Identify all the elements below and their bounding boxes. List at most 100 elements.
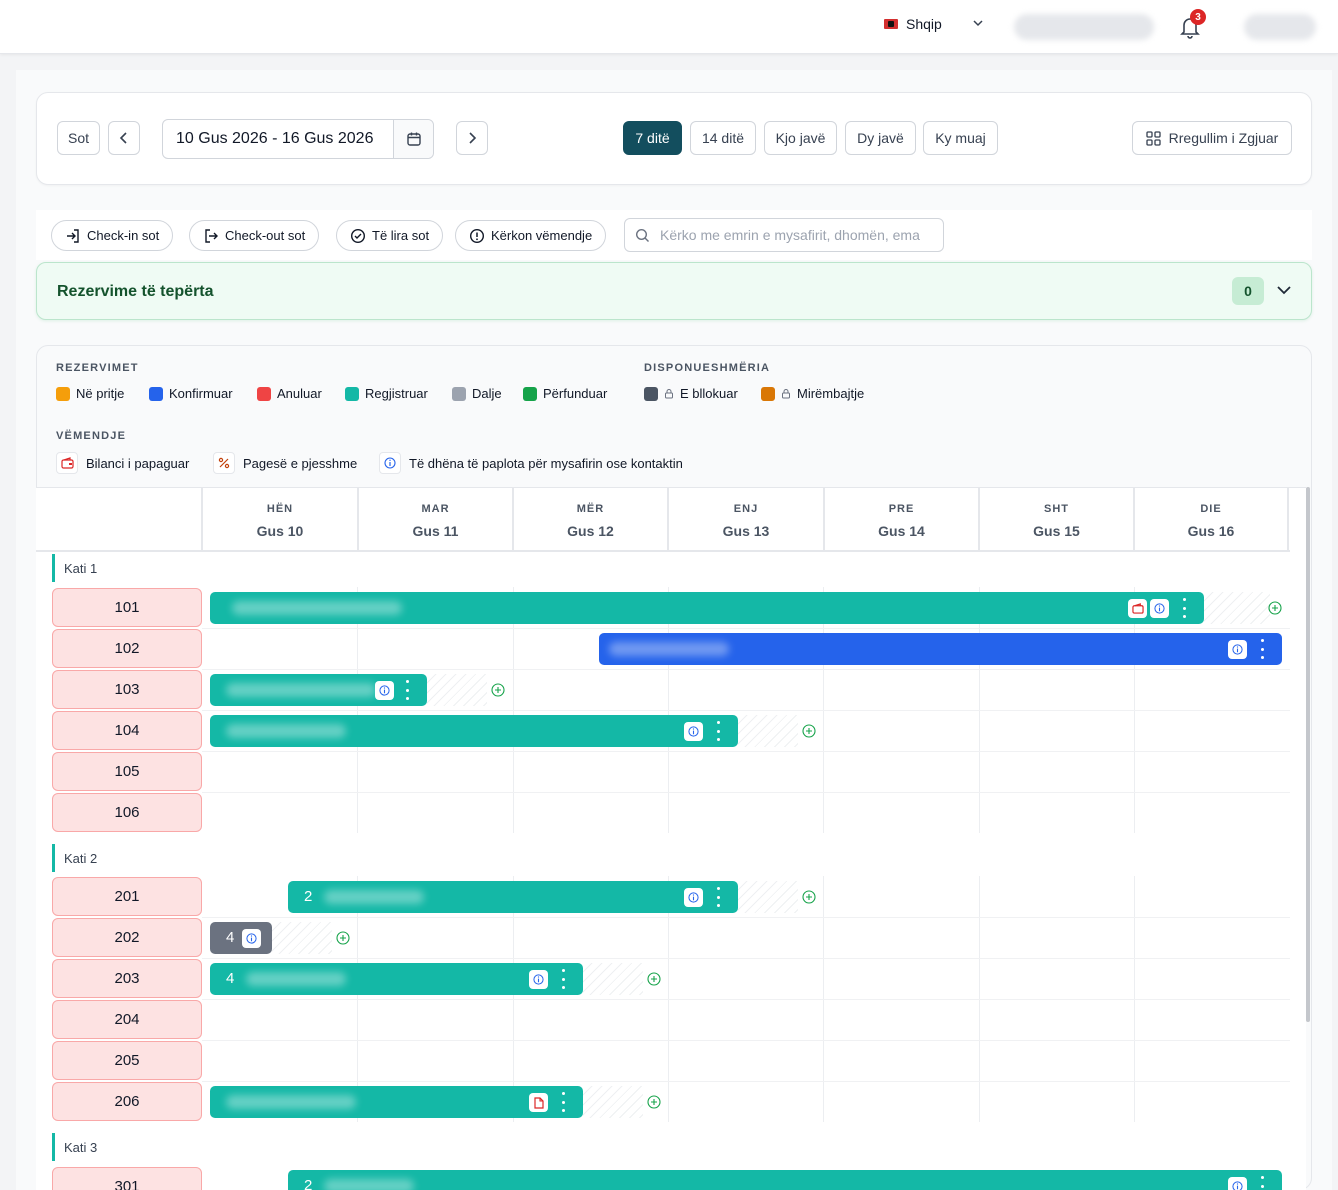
more-options-icon[interactable] (560, 969, 566, 989)
grid-line (202, 792, 1290, 793)
view-this-week-button[interactable]: Kjo javë (764, 121, 837, 155)
wallet-icon[interactable] (1128, 599, 1147, 618)
date-range-picker[interactable]: 10 Gus 2026 - 16 Gus 2026 (162, 119, 434, 159)
cancelled-swatch (257, 386, 271, 401)
room-cell[interactable]: 105 (52, 752, 202, 791)
grid-line (202, 710, 1290, 711)
info-icon[interactable] (684, 888, 703, 907)
guest-search-box[interactable] (624, 218, 944, 252)
guest-count: 4 (226, 970, 235, 987)
booking-bar-202[interactable]: 4 (210, 922, 272, 954)
booking-bar-206[interactable] (210, 1086, 583, 1118)
blocked-swatch (644, 386, 658, 401)
day-name: HËN (266, 503, 294, 515)
more-options-icon[interactable] (715, 887, 721, 907)
room-cell[interactable]: 301 (52, 1167, 202, 1190)
view-two-weeks-button[interactable]: Dy javë (845, 121, 916, 155)
more-options-icon[interactable] (560, 1092, 566, 1112)
booking-bar-104[interactable] (210, 715, 738, 747)
more-options-icon[interactable] (1259, 639, 1265, 659)
needs-attention-filter[interactable]: Kërkon vëmendje (455, 220, 607, 251)
room-cell[interactable]: 202 (52, 918, 202, 957)
calendar-icon[interactable] (393, 120, 433, 158)
booking-bar-301[interactable]: 2 (288, 1170, 1282, 1190)
needs-attention-label: Kërkon vëmendje (491, 228, 593, 243)
room-cell[interactable]: 103 (52, 670, 202, 709)
info-icon[interactable] (529, 970, 548, 989)
add-booking-icon[interactable] (802, 890, 816, 904)
grid-scrollbar[interactable] (1306, 487, 1310, 1022)
more-options-icon[interactable] (715, 721, 721, 741)
view-14-days-button[interactable]: 14 ditë (690, 121, 756, 155)
room-cell[interactable]: 101 (52, 588, 202, 627)
overbooking-panel[interactable]: Rezervime të tepërta 0 (36, 262, 1312, 320)
day-name: ENJ (733, 503, 759, 515)
wallet-icon (56, 452, 78, 474)
booking-bar-101[interactable] (210, 592, 1204, 624)
booking-bar-203[interactable]: 4 (210, 963, 583, 995)
language-selector[interactable]: Shqip (884, 16, 942, 32)
add-booking-icon[interactable] (647, 1095, 661, 1109)
grid-line (202, 1040, 1290, 1041)
smart-settings-button[interactable]: Rregullim i Zgjuar (1132, 121, 1292, 155)
legend-cancelled: Anuluar (257, 386, 322, 401)
checkout-hatch (583, 963, 643, 995)
room-cell[interactable]: 206 (52, 1082, 202, 1121)
hotel-selector[interactable] (1014, 14, 1154, 40)
day-name: MËR (576, 503, 605, 515)
view-this-month-button[interactable]: Ky muaj (923, 121, 998, 155)
document-icon[interactable] (529, 1093, 548, 1112)
grid-line (202, 1081, 1290, 1082)
chevron-down-icon[interactable] (972, 17, 984, 29)
user-menu[interactable] (1244, 14, 1316, 40)
logout-icon (205, 228, 218, 243)
checkin-today-filter[interactable]: Check-in sot (51, 220, 174, 251)
chevron-down-icon[interactable] (1275, 281, 1293, 299)
info-icon[interactable] (375, 681, 394, 700)
add-booking-icon[interactable] (802, 724, 816, 738)
add-booking-icon[interactable] (336, 931, 350, 945)
room-cell[interactable]: 201 (52, 877, 202, 916)
add-booking-icon[interactable] (491, 683, 505, 697)
view-7-days-button[interactable]: 7 ditë (623, 121, 682, 155)
legend-label: Regjistruar (365, 386, 428, 401)
room-cell[interactable]: 106 (52, 793, 202, 832)
booking-bar-103[interactable] (210, 674, 427, 706)
search-icon (635, 228, 649, 242)
legend-label: Konfirmuar (169, 386, 233, 401)
next-button[interactable] (456, 121, 488, 155)
add-booking-icon[interactable] (1268, 601, 1282, 615)
search-input[interactable] (660, 227, 920, 243)
day-header-tue: MAR Gus 11 (357, 488, 512, 552)
room-cell[interactable]: 205 (52, 1041, 202, 1080)
info-icon[interactable] (1150, 599, 1169, 618)
albania-flag-icon (884, 19, 898, 29)
day-date: Gus 14 (878, 523, 925, 539)
notification-badge: 3 (1190, 9, 1206, 25)
previous-button[interactable] (108, 121, 140, 155)
day-name: DIE (1200, 503, 1222, 515)
info-icon[interactable] (242, 929, 261, 948)
info-icon[interactable] (1228, 1177, 1247, 1190)
room-cell[interactable]: 102 (52, 629, 202, 668)
info-icon[interactable] (1228, 640, 1247, 659)
free-today-filter[interactable]: Të lira sot (336, 220, 444, 251)
room-cell[interactable]: 203 (52, 959, 202, 998)
room-cell[interactable]: 104 (52, 711, 202, 750)
legend-label: Bilanci i papaguar (86, 455, 190, 471)
more-options-icon[interactable] (404, 680, 410, 700)
booking-bar-102[interactable] (599, 633, 1282, 665)
check-circle-icon (350, 228, 366, 243)
checkout-today-label: Check-out sot (225, 228, 306, 243)
free-today-label: Të lira sot (372, 228, 430, 243)
more-options-icon[interactable] (1259, 1176, 1265, 1190)
legend-label: Të dhëna të paplota për mysafirin ose ko… (409, 455, 683, 471)
more-options-icon[interactable] (1181, 598, 1187, 618)
info-icon[interactable] (684, 722, 703, 741)
today-button[interactable]: Sot (57, 121, 100, 155)
room-cell[interactable]: 204 (52, 1000, 202, 1039)
day-header-sun: DIE Gus 16 (1133, 488, 1289, 552)
booking-bar-201[interactable]: 2 (288, 881, 738, 913)
add-booking-icon[interactable] (647, 972, 661, 986)
checkout-today-filter[interactable]: Check-out sot (189, 220, 320, 251)
